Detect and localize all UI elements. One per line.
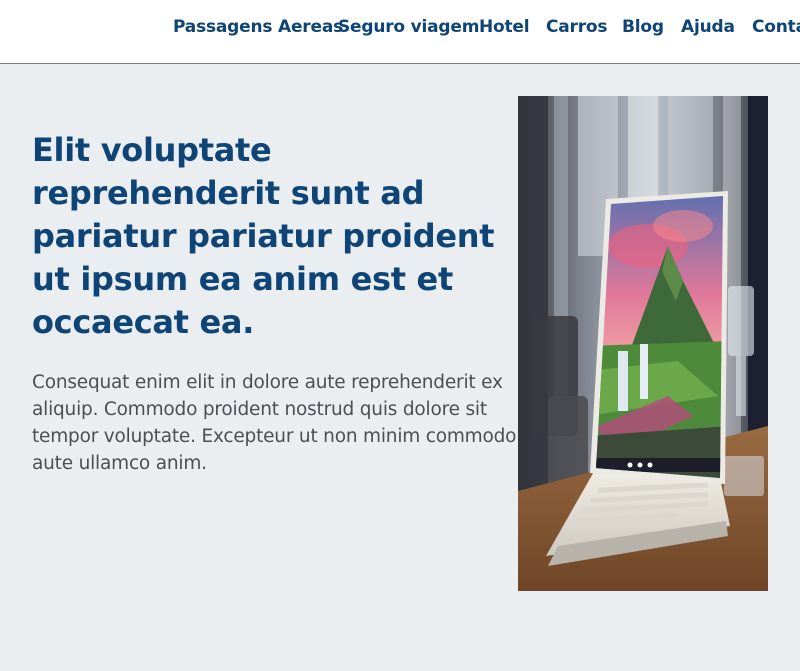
- nav-item-carros[interactable]: Carros: [546, 17, 608, 37]
- nav-item-seguro-viagem[interactable]: Seguro viagem: [338, 17, 479, 37]
- hero-description: Consequat enim elit in dolore aute repre…: [32, 372, 517, 474]
- nav-item-passagens-aereas[interactable]: Passagens Aereas: [173, 17, 343, 37]
- hero-section: Elit voluptate reprehenderit sunt ad par…: [0, 64, 800, 671]
- nav-item-contato[interactable]: Contato: [752, 17, 800, 37]
- nav-item-ajuda[interactable]: Ajuda: [681, 17, 735, 37]
- hero-image: [518, 96, 768, 591]
- hero-headline: Elit voluptate reprehenderit sunt ad par…: [32, 131, 495, 341]
- nav-item-blog[interactable]: Blog: [622, 17, 664, 37]
- nav-item-hotel[interactable]: Hotel: [479, 17, 530, 37]
- top-navigation-bar: Passagens Aereas Seguro viagem Hotel Car…: [0, 0, 800, 64]
